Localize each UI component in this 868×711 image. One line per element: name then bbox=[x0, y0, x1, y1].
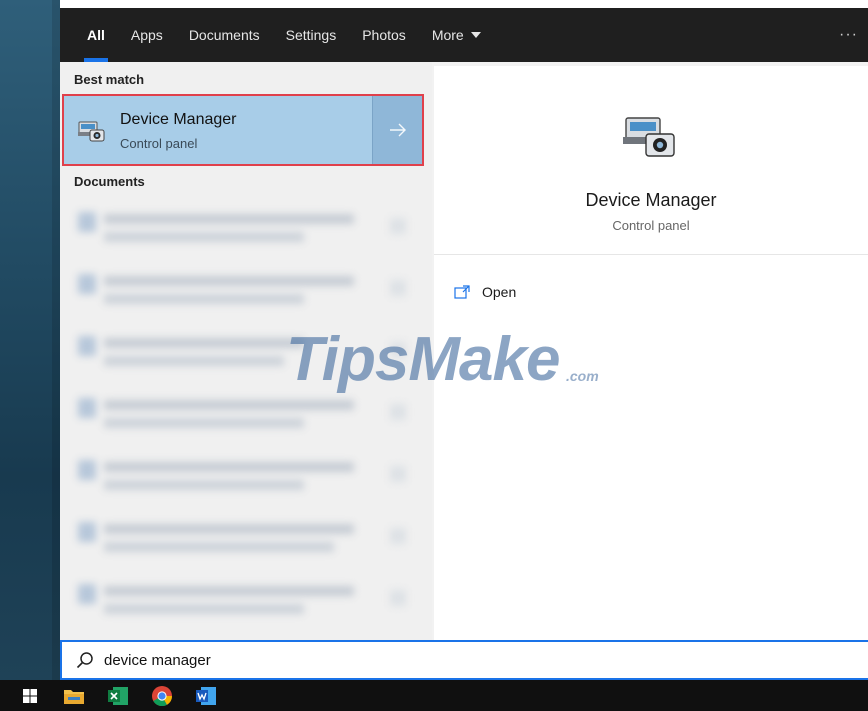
tab-apps[interactable]: Apps bbox=[118, 8, 176, 62]
chevron-down-icon bbox=[470, 32, 481, 38]
documents-list bbox=[60, 202, 432, 636]
taskbar-word[interactable] bbox=[184, 680, 228, 711]
search-icon bbox=[76, 652, 93, 669]
start-button[interactable] bbox=[8, 680, 52, 711]
list-item[interactable] bbox=[60, 450, 432, 512]
list-item[interactable] bbox=[60, 574, 432, 636]
desktop-background bbox=[0, 0, 60, 680]
tab-documents[interactable]: Documents bbox=[176, 8, 273, 62]
preview-title: Device Manager bbox=[585, 190, 717, 210]
best-match-item: Device Manager Control panel bbox=[62, 94, 424, 166]
divider bbox=[434, 254, 868, 255]
tab-label: All bbox=[87, 27, 105, 43]
arrow-right-icon bbox=[389, 123, 406, 137]
file-explorer-icon bbox=[64, 689, 84, 704]
taskbar bbox=[0, 680, 868, 711]
tab-label: Documents bbox=[188, 27, 260, 43]
best-match-expand-button[interactable] bbox=[372, 96, 422, 164]
open-label: Open bbox=[482, 284, 517, 300]
search-box[interactable] bbox=[60, 640, 868, 680]
filter-tab-bar: All Apps Documents Settings Photos More … bbox=[60, 8, 868, 62]
best-match-open[interactable]: Device Manager Control panel bbox=[64, 96, 372, 164]
ellipsis-icon[interactable]: ··· bbox=[839, 8, 858, 62]
word-icon bbox=[196, 686, 216, 705]
search-flyout: All Apps Documents Settings Photos More … bbox=[60, 8, 868, 680]
tab-photos[interactable]: Photos bbox=[349, 8, 419, 62]
preview-subtitle: Control panel bbox=[612, 218, 690, 233]
open-window-icon bbox=[454, 285, 470, 299]
list-item[interactable] bbox=[60, 326, 432, 388]
tab-label: More bbox=[431, 27, 464, 43]
taskbar-file-explorer[interactable] bbox=[52, 680, 96, 711]
results-list: Best match Device Manager Control panel bbox=[60, 62, 432, 640]
tab-label: Photos bbox=[362, 27, 406, 43]
ellipsis-glyph: ··· bbox=[839, 26, 858, 43]
tab-label: Settings bbox=[285, 27, 337, 43]
best-match-title: Device Manager bbox=[120, 111, 237, 128]
open-action[interactable]: Open bbox=[454, 280, 516, 304]
chrome-icon bbox=[152, 685, 173, 706]
device-manager-icon bbox=[623, 117, 675, 157]
documents-heading: Documents bbox=[74, 174, 145, 189]
tab-label: Apps bbox=[130, 27, 163, 43]
preview-pane: Device Manager Control panel Open bbox=[434, 66, 868, 640]
search-input[interactable] bbox=[104, 651, 404, 669]
tab-settings[interactable]: Settings bbox=[273, 8, 350, 62]
list-item[interactable] bbox=[60, 202, 432, 264]
best-match-heading: Best match bbox=[74, 72, 145, 87]
tab-all[interactable]: All bbox=[74, 8, 118, 62]
list-item[interactable] bbox=[60, 388, 432, 450]
list-item[interactable] bbox=[60, 512, 432, 574]
list-item[interactable] bbox=[60, 264, 432, 326]
device-manager-icon bbox=[78, 121, 105, 142]
taskbar-chrome[interactable] bbox=[140, 680, 184, 711]
tab-more[interactable]: More bbox=[419, 8, 494, 62]
best-match-subtitle: Control panel bbox=[120, 136, 198, 151]
excel-icon bbox=[108, 686, 128, 705]
windows-start-icon bbox=[23, 688, 37, 703]
taskbar-excel[interactable] bbox=[96, 680, 140, 711]
